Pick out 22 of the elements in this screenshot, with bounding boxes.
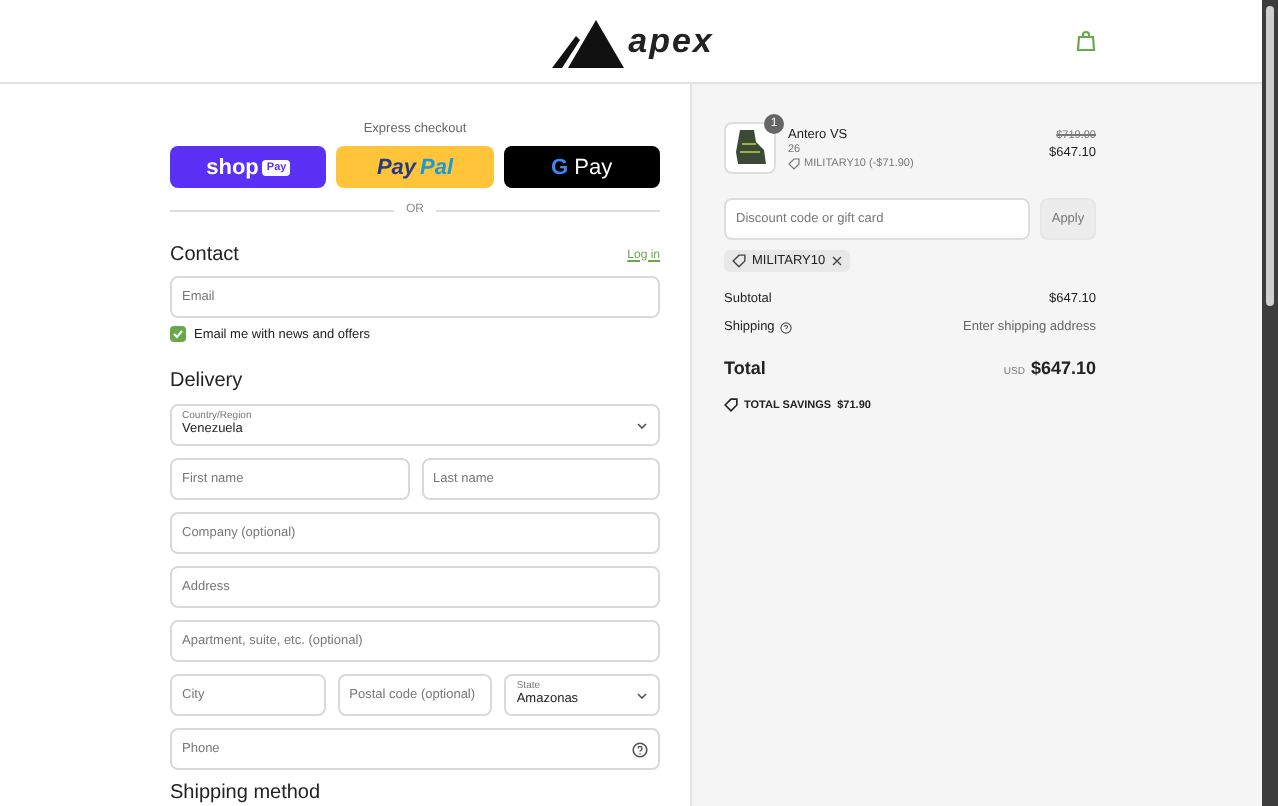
mountain-logo-icon xyxy=(552,15,625,67)
chevron-down-icon xyxy=(636,421,648,429)
section-heading: Delivery xyxy=(170,370,245,392)
tag-icon xyxy=(732,254,746,268)
total-value: $647.10 xyxy=(1030,358,1096,378)
newsletter-checkbox[interactable] xyxy=(170,326,186,342)
section-heading: Contact xyxy=(170,244,239,266)
close-icon[interactable] xyxy=(831,256,842,266)
help-icon xyxy=(780,321,793,333)
section-heading: Shipping method xyxy=(170,782,323,804)
help-icon xyxy=(632,741,648,757)
tag-icon xyxy=(788,158,800,170)
check-icon xyxy=(172,328,184,340)
total-label: Total xyxy=(724,358,766,378)
shopping-bag-icon[interactable] xyxy=(1076,30,1096,52)
scrollbar[interactable] xyxy=(1262,0,1278,806)
boot-drawing xyxy=(732,128,768,168)
paypal-button[interactable]: Pay Pal xyxy=(336,146,494,188)
google-pay-button[interactable]: G Pay xyxy=(503,146,660,188)
chevron-down-icon xyxy=(636,691,649,699)
tag-icon xyxy=(724,398,738,412)
logo-text[interactable]: apex xyxy=(628,23,714,57)
